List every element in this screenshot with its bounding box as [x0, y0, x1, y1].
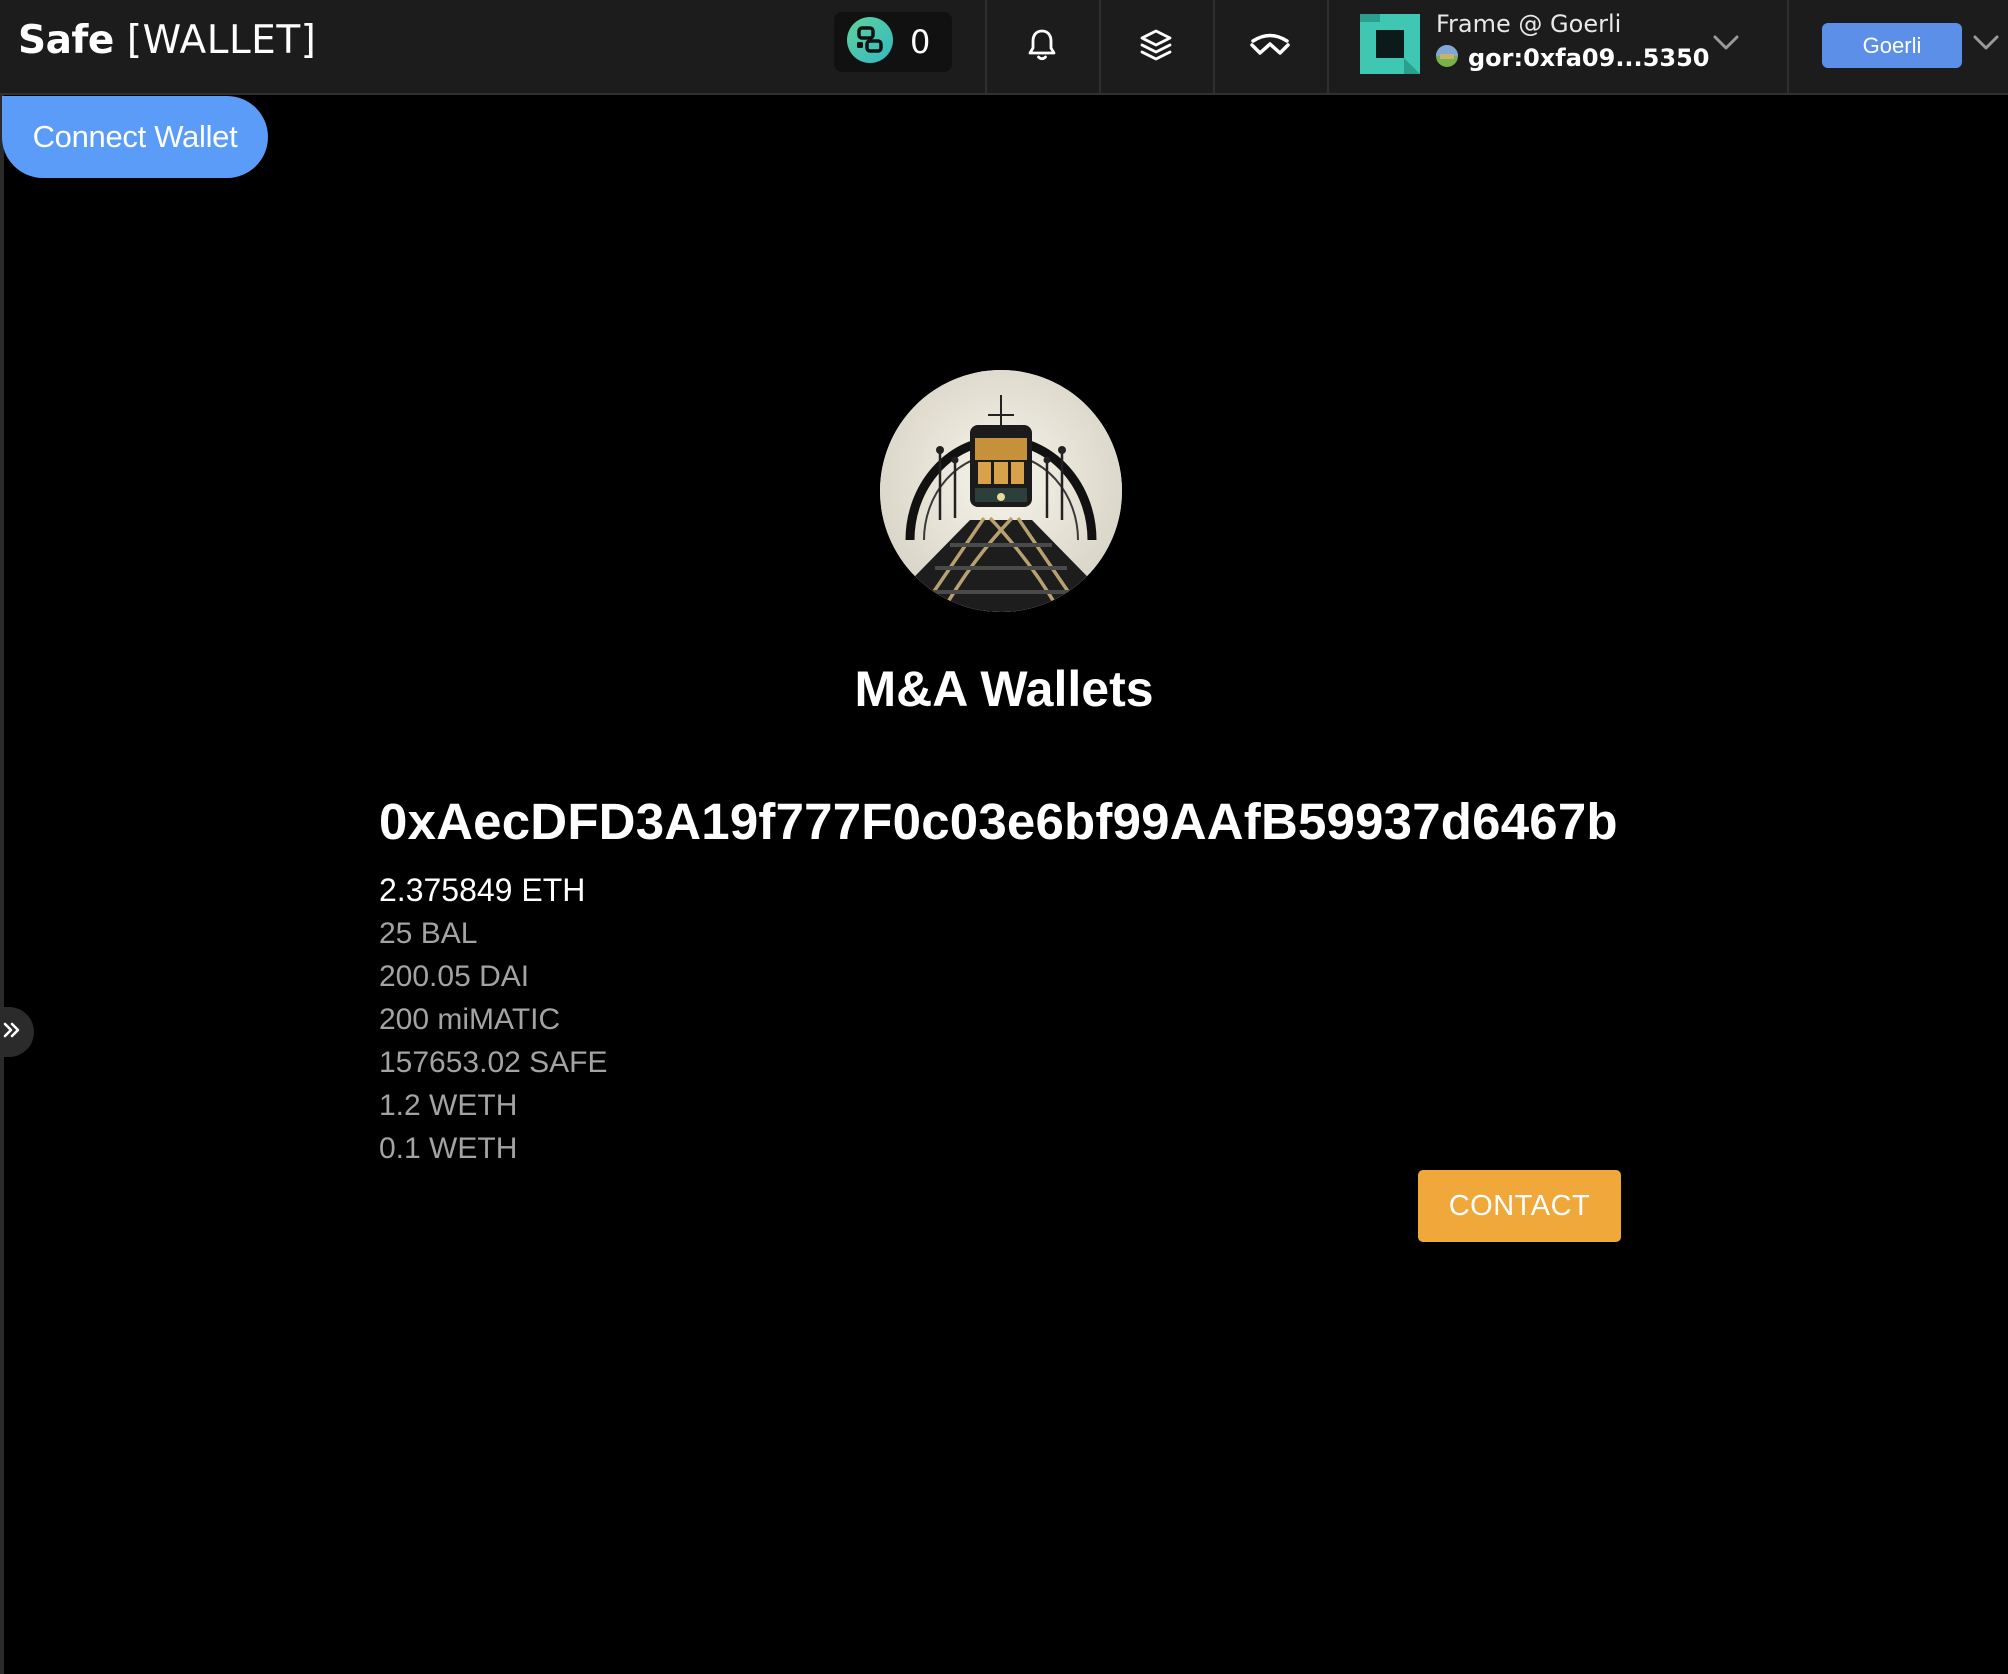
- bell-icon: [1026, 27, 1058, 68]
- chevron-down-icon[interactable]: [1972, 34, 2000, 57]
- connect-wallet-button[interactable]: Connect Wallet: [2, 96, 268, 178]
- sidebar-expand-toggle[interactable]: [0, 1007, 34, 1057]
- token-balance: 157653.02 SAFE: [379, 1046, 608, 1079]
- safe-apps-icon: [846, 16, 894, 69]
- wallet-address[interactable]: 0xAecDFD3A19f777F0c03e6bf99AAfB59937d646…: [379, 792, 1618, 851]
- wallet-name: M&A Wallets: [854, 661, 1154, 717]
- brand-name: Safe: [18, 18, 114, 63]
- double-chevron-right-icon: [2, 1020, 22, 1045]
- network-selector-button[interactable]: Goerli: [1822, 23, 1962, 68]
- contact-button[interactable]: CONTACT: [1418, 1170, 1621, 1242]
- eth-balance: 2.375849 ETH: [379, 872, 586, 908]
- account-address: gor:0xfa09...5350: [1468, 44, 1710, 72]
- sidebar-edge: [0, 95, 4, 1674]
- token-balance: 1.2 WETH: [379, 1089, 518, 1122]
- account-address-row: gor:0xfa09...5350: [1436, 44, 1709, 72]
- token-balance: 25 BAL: [379, 917, 478, 950]
- pending-transactions-pill[interactable]: 0: [834, 12, 952, 72]
- walletconnect-icon: [1249, 32, 1291, 63]
- token-balance: 0.1 WETH: [379, 1132, 518, 1165]
- token-balance-list: 25 BAL 200.05 DAI 200 miMATIC 157653.02 …: [379, 912, 608, 1170]
- app-logo[interactable]: Safe [WALLET]: [18, 18, 316, 63]
- account-identicon: [1436, 44, 1458, 72]
- transactions-button[interactable]: [1101, 0, 1211, 95]
- wallet-avatar: [880, 370, 1122, 612]
- pending-count: 0: [910, 23, 931, 61]
- token-balance: 200 miMATIC: [379, 1003, 561, 1036]
- walletconnect-button[interactable]: [1215, 0, 1325, 95]
- connected-account[interactable]: Frame @ Goerli gor:0xfa09...5350: [1360, 10, 1770, 85]
- header-divider: [1327, 0, 1329, 95]
- header-divider: [1787, 0, 1789, 95]
- brand-bracket: [WALLET]: [126, 18, 317, 63]
- token-balance: 200.05 DAI: [379, 960, 530, 993]
- frame-wallet-icon: [1360, 14, 1420, 79]
- chevron-down-icon[interactable]: [1712, 34, 1740, 57]
- top-header: Safe [WALLET] 0 Frame @ Goerli gor:0xfa0…: [0, 0, 2008, 95]
- account-name: Frame @ Goerli: [1436, 10, 1622, 38]
- layers-icon: [1139, 28, 1173, 67]
- notifications-button[interactable]: [987, 0, 1097, 95]
